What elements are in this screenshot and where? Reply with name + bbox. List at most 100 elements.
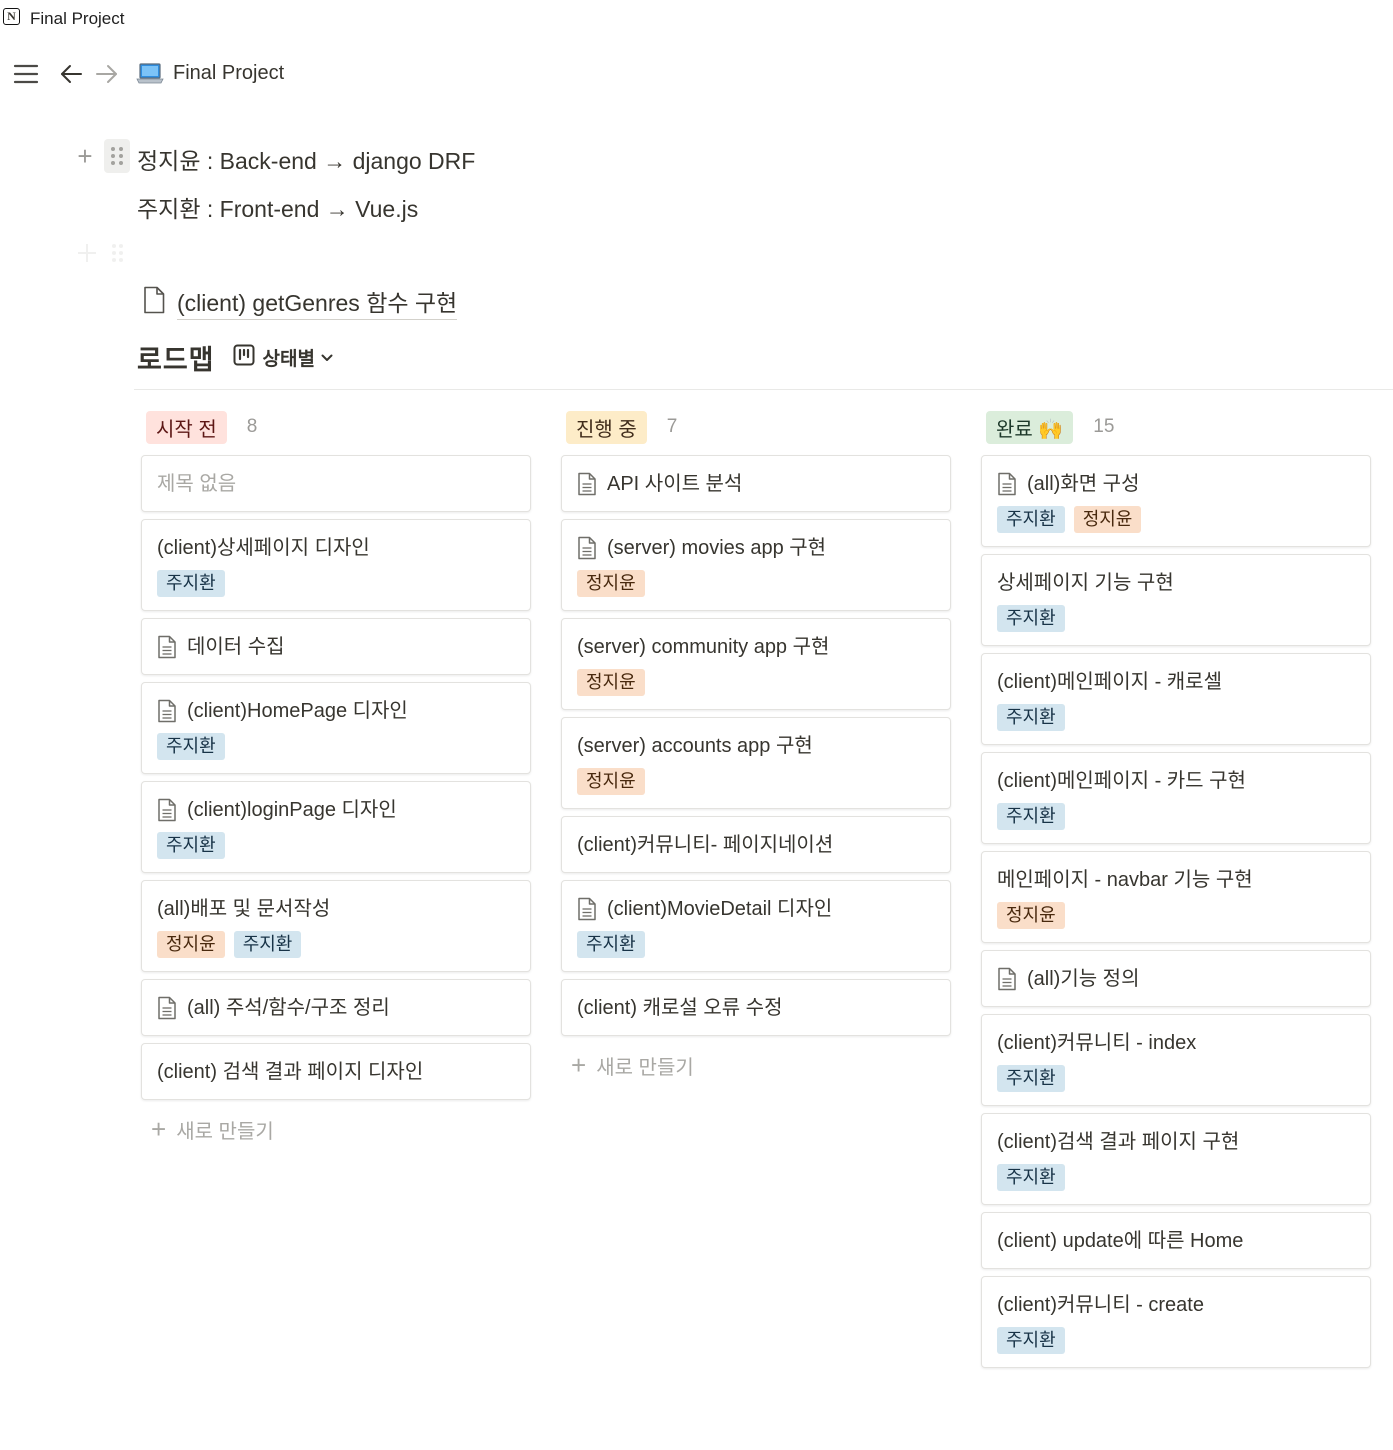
person-tag: 주지환 bbox=[157, 733, 225, 760]
page-doc-icon bbox=[157, 798, 177, 822]
new-card-button[interactable]: + 새로 만들기 bbox=[141, 1114, 533, 1145]
card-title: (client)메인페이지 - 캐로셀 bbox=[997, 671, 1222, 693]
page-doc-icon bbox=[157, 635, 177, 659]
column-header[interactable]: 시작 전 8 bbox=[141, 410, 533, 444]
board-card[interactable]: (client) 캐로설 오류 수정 bbox=[561, 979, 951, 1036]
page-doc-icon bbox=[577, 897, 597, 921]
person-tag: 주지환 bbox=[997, 803, 1065, 830]
board-card[interactable]: (client)메인페이지 - 카드 구현 주지환 bbox=[981, 752, 1371, 844]
card-title: (client)상세페이지 디자인 bbox=[157, 537, 370, 559]
column-count: 8 bbox=[246, 416, 258, 437]
menu-icon[interactable] bbox=[12, 60, 40, 88]
card-title: (client)검색 결과 페이지 구현 bbox=[997, 1131, 1240, 1153]
database-title[interactable]: 로드맵 bbox=[137, 338, 215, 377]
card-title: (client)커뮤니티- 페이지네이션 bbox=[577, 834, 834, 856]
person-tag: 정지윤 bbox=[577, 669, 645, 696]
board-column: 진행 중 7 API 사이트 분석 (server) movies app 구현 정지윤… bbox=[561, 410, 953, 1081]
board-card[interactable]: (client) 검색 결과 페이지 디자인 bbox=[141, 1043, 531, 1100]
board-card[interactable]: (all) 주석/함수/구조 정리 bbox=[141, 979, 531, 1036]
view-selector[interactable]: 상태별 bbox=[233, 344, 333, 372]
board-card[interactable]: (client) update에 따른 Home bbox=[981, 1212, 1371, 1269]
board-card[interactable]: 제목 없음 bbox=[141, 455, 531, 512]
card-title: API 사이트 분석 bbox=[607, 473, 743, 495]
forward-arrow-icon[interactable] bbox=[93, 60, 121, 88]
card-title: (client)MovieDetail 디자인 bbox=[607, 898, 833, 920]
column-header[interactable]: 완료 🙌 15 bbox=[981, 410, 1373, 444]
board-card[interactable]: API 사이트 분석 bbox=[561, 455, 951, 512]
board-card[interactable]: (client)MovieDetail 디자인 주지환 bbox=[561, 880, 951, 972]
board-card[interactable]: (server) movies app 구현 정지윤 bbox=[561, 519, 951, 611]
card-title: (server) community app 구현 bbox=[577, 636, 830, 658]
card-title: (client) 검색 결과 페이지 디자인 bbox=[157, 1061, 424, 1083]
board-card[interactable]: 데이터 수집 bbox=[141, 618, 531, 675]
card-title: 메인페이지 - navbar 기능 구현 bbox=[997, 869, 1253, 891]
board-column: 시작 전 8 제목 없음 (client)상세페이지 디자인 주지환 데이터 수집 (cli… bbox=[141, 410, 533, 1145]
status-badge[interactable]: 완료 🙌 bbox=[986, 410, 1074, 444]
board-card[interactable]: (client)커뮤니티 - create 주지환 bbox=[981, 1276, 1371, 1368]
board-column: 완료 🙌 15 (all)화면 구성 주지환 정지윤 상세페이지 기능 구현 주지환 (cli… bbox=[981, 410, 1373, 1375]
new-card-button[interactable]: + 새로 만들기 bbox=[561, 1050, 953, 1081]
drag-handle-icon[interactable] bbox=[104, 139, 130, 173]
card-title: 제목 없음 bbox=[157, 473, 237, 495]
plus-icon: + bbox=[151, 1114, 167, 1144]
page-doc-icon bbox=[143, 286, 165, 319]
person-tag: 정지윤 bbox=[997, 902, 1065, 929]
page-doc-icon bbox=[577, 536, 597, 560]
page-doc-icon bbox=[577, 472, 597, 496]
block-handle[interactable]: + bbox=[68, 139, 132, 173]
add-block-icon[interactable]: + bbox=[70, 141, 100, 171]
board-card[interactable]: 상세페이지 기능 구현 주지환 bbox=[981, 554, 1371, 646]
page-doc-icon bbox=[157, 996, 177, 1020]
board-card[interactable]: (server) accounts app 구현정지윤 bbox=[561, 717, 951, 809]
board-card[interactable]: (client)커뮤니티- 페이지네이션 bbox=[561, 816, 951, 873]
person-tag: 주지환 bbox=[157, 570, 225, 597]
board-card[interactable]: (client)검색 결과 페이지 구현주지환 bbox=[981, 1113, 1371, 1205]
board-card[interactable]: (all)화면 구성 주지환 정지윤 bbox=[981, 455, 1371, 547]
card-title: (server) movies app 구현 bbox=[607, 537, 827, 559]
person-tag: 정지윤 bbox=[1073, 506, 1142, 533]
board-card[interactable]: (server) community app 구현정지윤 bbox=[561, 618, 951, 710]
person-tag: 주지환 bbox=[997, 506, 1065, 533]
person-tag: 주지환 bbox=[997, 1327, 1065, 1354]
breadcrumb-page-title[interactable]: Final Project bbox=[173, 62, 284, 85]
column-count: 15 bbox=[1093, 416, 1115, 437]
card-title: (server) accounts app 구현 bbox=[577, 735, 813, 757]
linked-page[interactable]: (client) getGenres 함수 구현 bbox=[143, 284, 458, 320]
board-card[interactable]: (all)기능 정의 bbox=[981, 950, 1371, 1007]
board-view-icon bbox=[233, 344, 255, 372]
status-badge[interactable]: 시작 전 bbox=[146, 410, 227, 444]
card-title: (all)배포 및 문서작성 bbox=[157, 898, 331, 920]
page-doc-icon bbox=[997, 967, 1017, 991]
back-arrow-icon[interactable] bbox=[57, 60, 85, 88]
text-line-backend[interactable]: 정지윤 : Back-end → django DRF bbox=[137, 142, 475, 176]
status-badge[interactable]: 진행 중 bbox=[566, 410, 647, 444]
person-tag: 주지환 bbox=[997, 1164, 1065, 1191]
board-card[interactable]: (client)커뮤니티 - index 주지환 bbox=[981, 1014, 1371, 1106]
card-title: (client)loginPage 디자인 bbox=[187, 799, 397, 821]
board-card[interactable]: (client)HomePage 디자인 주지환 bbox=[141, 682, 531, 774]
chevron-down-icon bbox=[321, 347, 333, 369]
title-bar: N Final Project bbox=[0, 0, 1393, 40]
column-header[interactable]: 진행 중 7 bbox=[561, 410, 953, 444]
board-card[interactable]: (all)배포 및 문서작성 정지윤 주지환 bbox=[141, 880, 531, 972]
notion-logo-icon: N bbox=[3, 8, 20, 25]
text-line-frontend[interactable]: 주지환 : Front-end → Vue.js bbox=[137, 190, 418, 224]
card-title: (client)커뮤니티 - index bbox=[997, 1032, 1197, 1054]
board-card[interactable]: (client)메인페이지 - 캐로셀 주지환 bbox=[981, 653, 1371, 745]
ghost-block-handle bbox=[72, 238, 132, 268]
person-tag: 정지윤 bbox=[577, 768, 645, 795]
plus-icon: + bbox=[571, 1050, 587, 1080]
person-tag: 주지환 bbox=[157, 832, 225, 859]
linked-page-title[interactable]: (client) getGenres 함수 구현 bbox=[177, 284, 458, 320]
person-tag: 주지환 bbox=[997, 1065, 1065, 1092]
column-count: 7 bbox=[666, 416, 678, 437]
laptop-icon bbox=[136, 61, 164, 85]
board-card[interactable]: (client)상세페이지 디자인주지환 bbox=[141, 519, 531, 611]
board-card[interactable]: (client)loginPage 디자인주지환 bbox=[141, 781, 531, 873]
card-title: 데이터 수집 bbox=[187, 636, 285, 658]
board-card[interactable]: 메인페이지 - navbar 기능 구현정지윤 bbox=[981, 851, 1371, 943]
person-tag: 정지윤 bbox=[157, 931, 225, 958]
new-card-label: 새로 만들기 bbox=[596, 1057, 694, 1079]
card-title: 상세페이지 기능 구현 bbox=[997, 572, 1174, 594]
card-title: (all)기능 정의 bbox=[1027, 968, 1140, 990]
